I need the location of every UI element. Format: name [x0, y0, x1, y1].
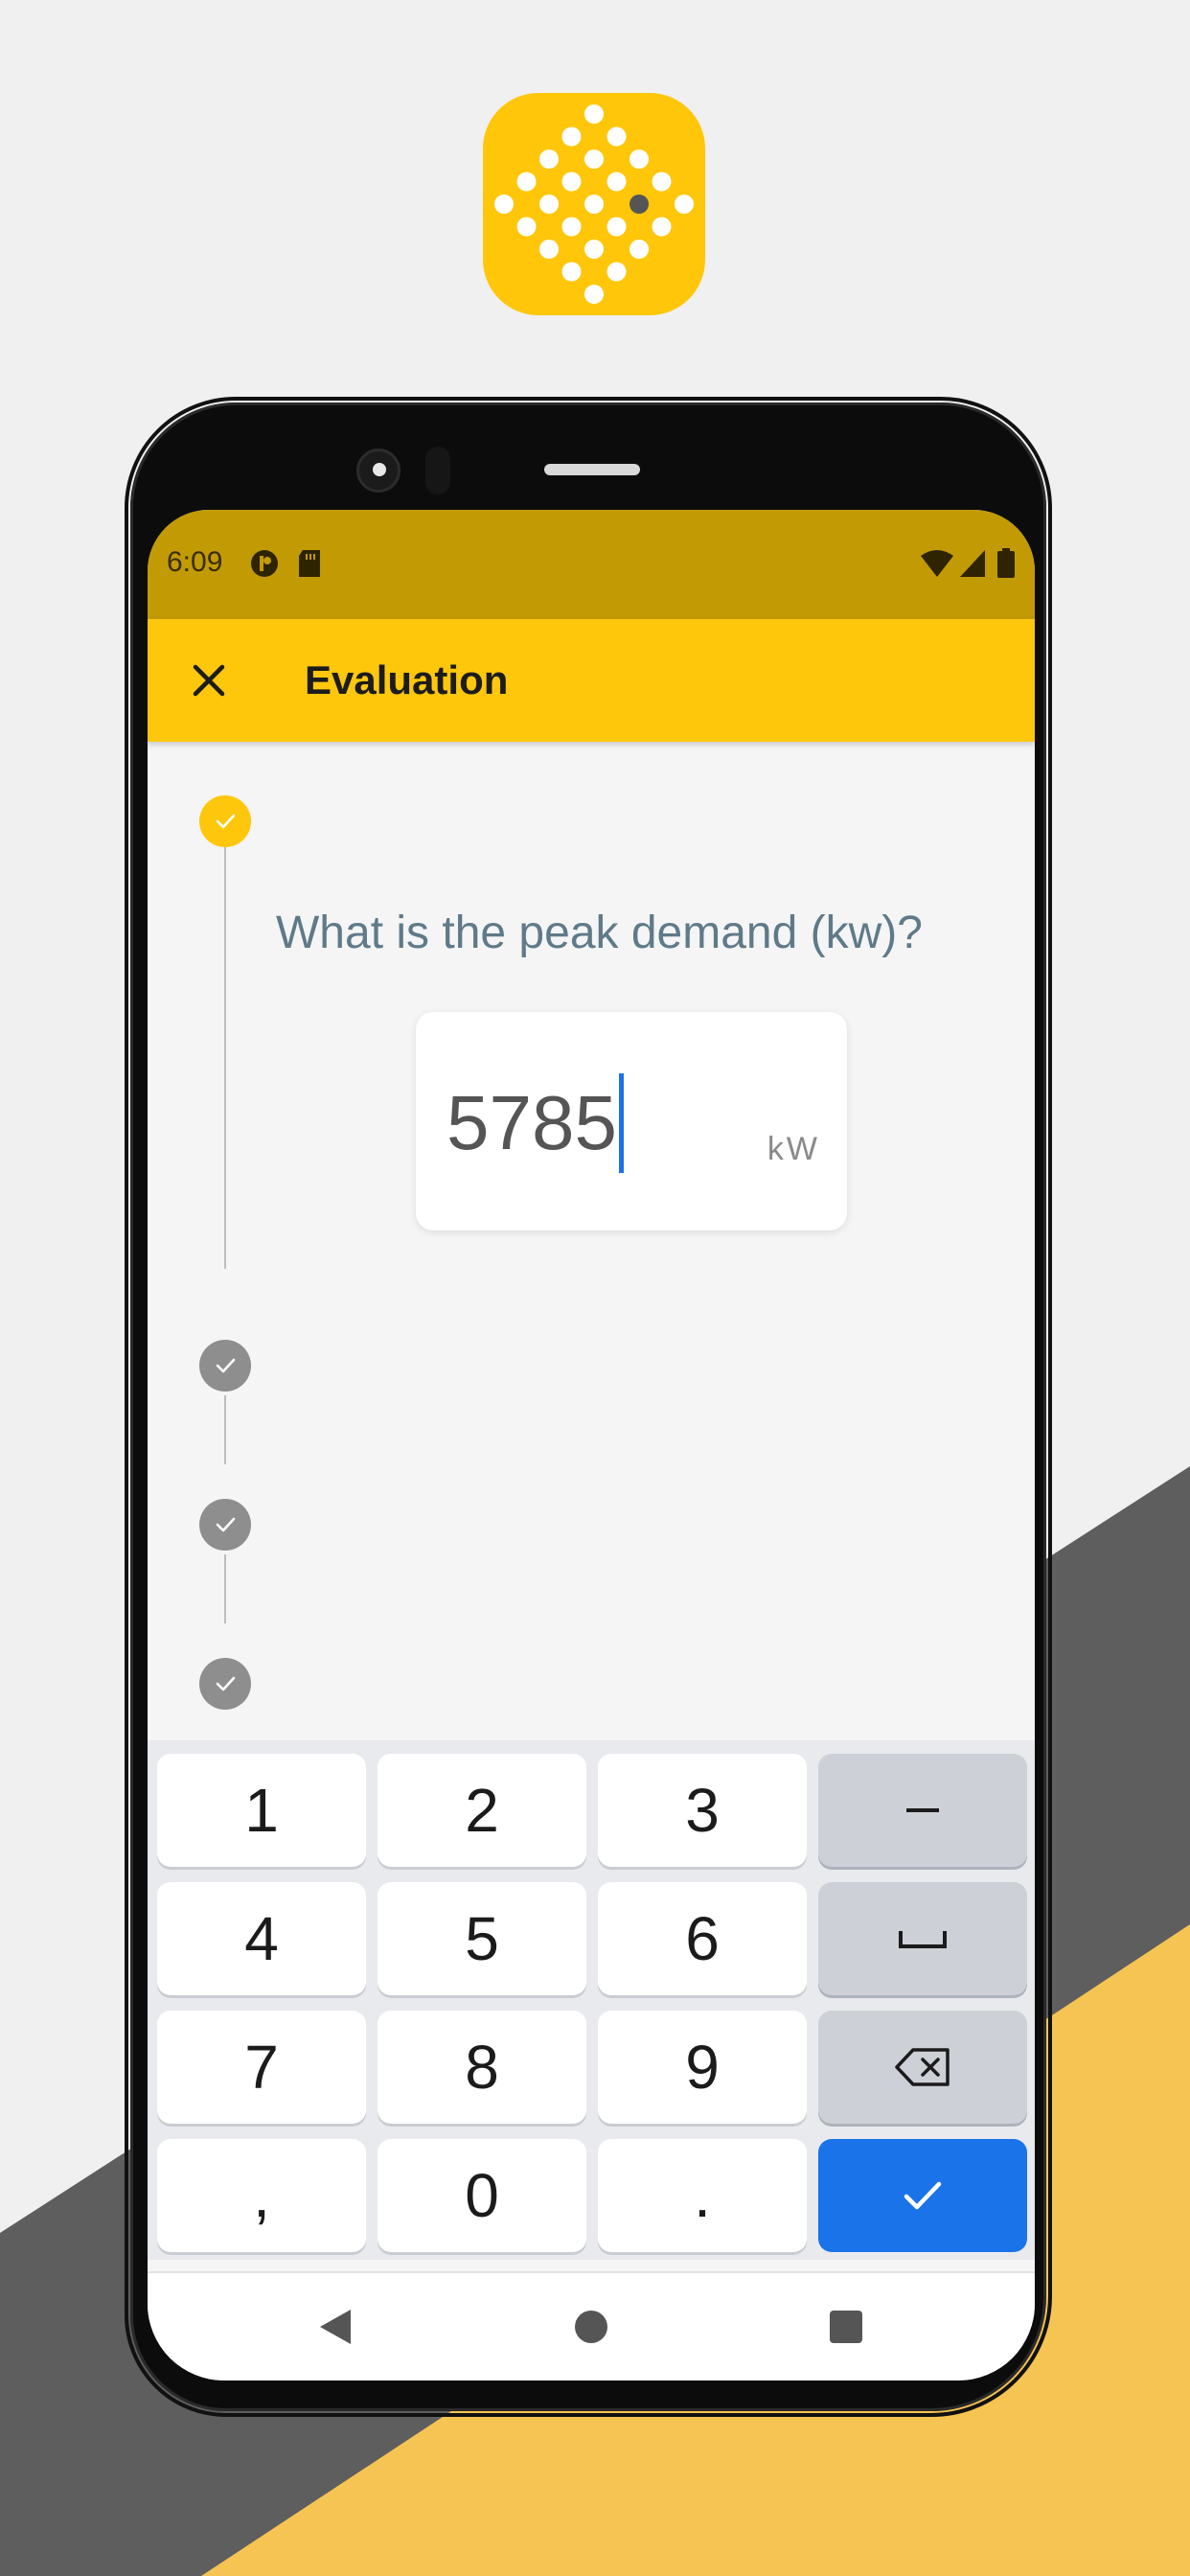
proximity-sensor: [425, 447, 450, 494]
backspace-key[interactable]: [818, 2011, 1027, 2124]
key-label: .: [694, 2161, 711, 2230]
logo-dot: [539, 150, 559, 169]
sd-card-icon: [297, 548, 322, 579]
app-bar: Evaluation: [148, 619, 1035, 742]
status-bar: 6:09: [148, 510, 1035, 619]
space-icon: [899, 1931, 947, 1948]
logo-dot: [652, 172, 672, 192]
close-icon[interactable]: [186, 657, 232, 703]
page-title: Evaluation: [305, 657, 509, 702]
app-logo: [483, 93, 705, 315]
earpiece-speaker: [544, 464, 640, 475]
key-label: 3: [685, 1776, 720, 1845]
logo-dot: [561, 172, 582, 192]
logo-dot: [606, 217, 627, 237]
check-icon: [216, 814, 236, 829]
notification-app-icon: [249, 548, 280, 579]
key-5[interactable]: 5: [378, 1882, 586, 1995]
key-3[interactable]: 3: [598, 1754, 807, 1867]
minus-icon: [906, 1808, 939, 1812]
logo-dot: [584, 150, 604, 169]
step-4-done[interactable]: [199, 1658, 251, 1710]
recents-icon[interactable]: [826, 2306, 866, 2348]
key-6[interactable]: 6: [598, 1882, 807, 1995]
step-2-done[interactable]: [199, 1340, 251, 1392]
key-1[interactable]: 1: [157, 1754, 366, 1867]
answer-input-card[interactable]: 5785 kW: [416, 1012, 847, 1230]
key-8[interactable]: 8: [378, 2011, 586, 2124]
logo-dot: [584, 104, 604, 124]
key-7[interactable]: 7: [157, 2011, 366, 2124]
check-icon: [216, 1358, 236, 1373]
backspace-icon: [895, 2048, 950, 2086]
logo-dot: [606, 262, 627, 282]
space-key[interactable]: [818, 1882, 1027, 1995]
answer-input-value[interactable]: 5785: [446, 1075, 617, 1171]
numeric-keyboard: 1 2 3 4 5 6 7 8 9, 0.: [148, 1740, 1035, 2260]
logo-dot: [606, 126, 627, 147]
step-1-active[interactable]: [199, 795, 251, 847]
logo-dot: [516, 172, 537, 192]
key-period[interactable]: .: [598, 2139, 807, 2252]
status-time: 6:09: [167, 546, 223, 578]
front-camera: [356, 448, 400, 493]
back-icon[interactable]: [316, 2306, 355, 2348]
check-icon: [216, 1676, 236, 1691]
logo-dot: [561, 217, 582, 237]
logo-dot: [494, 195, 514, 214]
logo-dot: [584, 285, 604, 304]
device-screen: 6:09 Evaluation What is the peak demand …: [148, 510, 1035, 2380]
logo-dot: [675, 195, 694, 214]
logo-dot: [539, 240, 559, 259]
key-label: 1: [244, 1776, 279, 1845]
key-label: 4: [244, 1904, 279, 1973]
signal-icon: [958, 548, 987, 579]
logo-dot: [629, 240, 649, 259]
step-connector: [224, 1395, 226, 1464]
logo-dark-dot: [629, 195, 649, 214]
key-label: 6: [685, 1904, 720, 1973]
key-9[interactable]: 9: [598, 2011, 807, 2124]
logo-dot: [561, 262, 582, 282]
key-label: ,: [253, 2161, 270, 2230]
check-key[interactable]: [818, 2139, 1027, 2252]
logo-dot: [629, 150, 649, 169]
key-label: 8: [465, 2033, 499, 2102]
navigation-bar: [148, 2271, 1035, 2380]
step-connector: [224, 1554, 226, 1623]
battery-icon: [996, 548, 1016, 579]
step-3-done[interactable]: [199, 1499, 251, 1551]
logo-dot: [606, 172, 627, 192]
logo-dot: [561, 126, 582, 147]
key-label: 2: [465, 1776, 499, 1845]
step-connector: [224, 847, 226, 1269]
logo-dot: [539, 195, 559, 214]
logo-dot: [516, 217, 537, 237]
logo-dot: [584, 195, 604, 214]
logo-dot: [584, 240, 604, 259]
check-icon: [216, 1517, 236, 1532]
wifi-icon: [920, 548, 954, 579]
check-icon: [904, 2181, 942, 2210]
question-text: What is the peak demand (kw)?: [276, 908, 923, 958]
text-caret: [619, 1073, 624, 1173]
key-4[interactable]: 4: [157, 1882, 366, 1995]
key-comma[interactable]: ,: [157, 2139, 366, 2252]
dot-diamond-logo: [494, 104, 694, 304]
minus-key[interactable]: [818, 1754, 1027, 1867]
home-icon[interactable]: [571, 2306, 611, 2348]
key-label: 9: [685, 2033, 720, 2102]
key-label: 0: [465, 2161, 499, 2230]
key-label: 7: [244, 2033, 279, 2102]
key-0[interactable]: 0: [378, 2139, 586, 2252]
unit-label: kW: [767, 1131, 820, 1167]
key-label: 5: [465, 1904, 499, 1973]
logo-dot: [652, 217, 672, 237]
key-2[interactable]: 2: [378, 1754, 586, 1867]
